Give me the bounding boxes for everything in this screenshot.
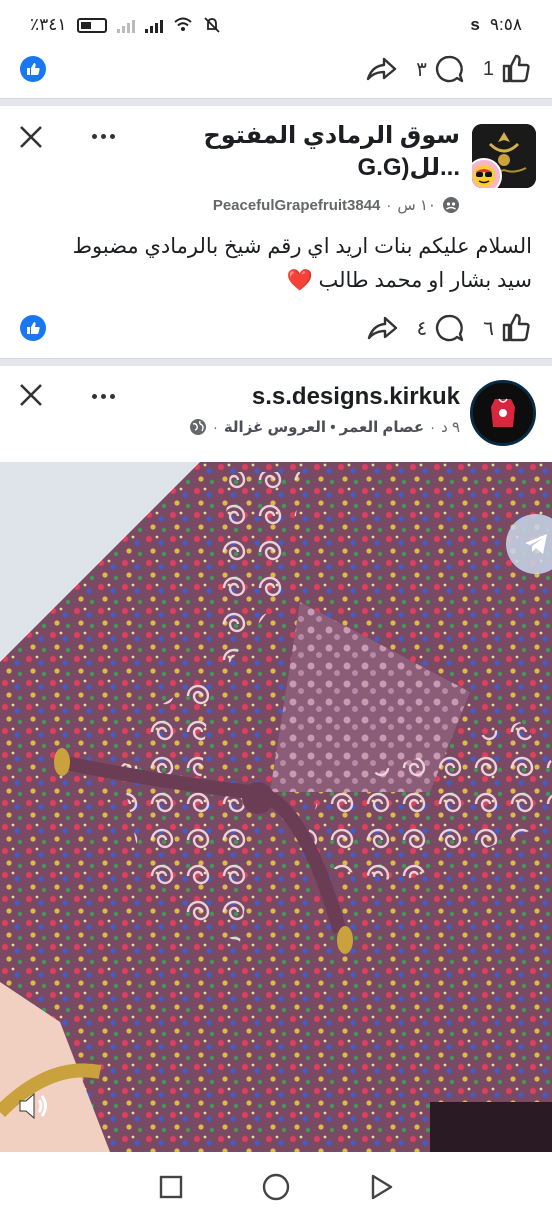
post2-meta: ٩ د · عصام العمر • العروس غزالة · <box>189 418 460 436</box>
author-name[interactable]: PeacefulGrapefruit3844 <box>213 197 381 214</box>
share-icon <box>366 57 397 81</box>
comment-button[interactable]: ٤ <box>417 312 466 344</box>
like-button[interactable]: ٦ <box>483 312 532 344</box>
close-icon <box>20 126 42 148</box>
system-nav-bar <box>0 1152 552 1221</box>
close-button[interactable] <box>16 380 46 410</box>
page-avatar-image <box>473 383 533 443</box>
share-button[interactable] <box>364 54 398 84</box>
more-icon-dot <box>109 133 115 139</box>
page-name[interactable]: s.s.designs.kirkuk <box>252 382 460 412</box>
post1-text: السلام عليكم بنات اريد اي رقم شيخ بالرما… <box>20 230 532 298</box>
more-icon-dot <box>100 133 106 139</box>
sound-icon <box>19 1092 47 1120</box>
page-avatar[interactable] <box>470 380 536 446</box>
like-button[interactable]: 1 <box>483 53 532 85</box>
close-button[interactable] <box>16 122 46 152</box>
like-count: 1 <box>482 57 494 80</box>
tagged-people[interactable]: عصام العمر • العروس غزالة <box>224 418 424 436</box>
mute-icon <box>203 17 220 33</box>
carrier-icon: s <box>470 15 480 34</box>
post-time: ١٠ س <box>397 197 436 214</box>
like-badge-icon <box>20 56 46 82</box>
group-avatar[interactable] <box>472 124 536 188</box>
meta-separator: · <box>386 196 392 214</box>
circle-nav-icon[interactable] <box>261 1172 291 1202</box>
comment-icon <box>436 314 464 342</box>
more-icon-dot <box>100 393 106 399</box>
globe-icon <box>189 419 206 435</box>
comment-count: ٣ <box>416 58 427 81</box>
post-actions: ٤ ٦ <box>365 312 533 344</box>
more-icon <box>91 133 97 139</box>
post-divider <box>0 358 552 366</box>
sound-button[interactable] <box>14 1086 54 1126</box>
share-icon <box>367 316 397 340</box>
post2-header: s.s.designs.kirkuk ٩ د · عصام العمر • ال… <box>0 366 552 462</box>
like-icon <box>502 313 530 342</box>
comment-count: ٤ <box>416 317 428 340</box>
more-button[interactable] <box>86 386 120 406</box>
comment-button[interactable]: ٣ <box>416 53 465 85</box>
status-bar: ٪٣٤١ s ٩:٥٨ <box>0 0 552 50</box>
square-nav-icon[interactable] <box>158 1174 184 1200</box>
post-divider <box>0 98 552 106</box>
group-name-line1: سوق الرمادي المفتوح <box>203 122 460 149</box>
post-text-line2: سيد بشار او محمد طالب <box>318 269 533 292</box>
video-frame <box>0 462 552 1152</box>
battery-percent: ٪٣٤١ <box>30 15 67 34</box>
like-count: ٦ <box>483 317 494 340</box>
post1-header: سوق الرمادي المفتوح G.G)لل... ١٠ س · Pea… <box>0 106 552 216</box>
close-icon <box>20 384 42 406</box>
post-actions: ٣ 1 <box>364 53 532 85</box>
action-row-post1: ٤ ٦ <box>0 303 552 353</box>
group-privacy-icon <box>443 197 459 213</box>
group-name[interactable]: سوق الرمادي المفتوح G.G)لل... <box>160 120 460 184</box>
meta-separator: · <box>212 418 218 436</box>
like-icon <box>502 54 530 83</box>
wifi-icon <box>173 17 192 31</box>
action-row-top: ٣ 1 <box>0 44 552 94</box>
like-badge-icon <box>20 315 46 341</box>
post1-meta: ١٠ س · PeacefulGrapefruit3844 <box>213 196 460 214</box>
post-text-line2-wrap: سيد بشار او محمد طالب ❤️ <box>20 264 533 298</box>
post-text-line1: السلام عليكم بنات اريد اي رقم شيخ بالرما… <box>72 235 532 258</box>
clock: ٩:٥٨ <box>489 15 522 34</box>
status-left: ٪٣٤١ <box>30 15 221 35</box>
more-button[interactable] <box>86 126 120 146</box>
more-icon <box>91 393 97 399</box>
status-right: s ٩:٥٨ <box>470 15 522 35</box>
heart-emoji: ❤️ <box>286 269 313 292</box>
share-button[interactable] <box>365 313 399 343</box>
group-name-line2: G.G)لل... <box>357 154 460 181</box>
post-time: ٩ د <box>441 419 460 436</box>
telegram-icon <box>525 534 547 554</box>
battery-icon <box>76 17 107 33</box>
post-video[interactable] <box>0 462 552 1152</box>
comment-icon <box>435 55 464 83</box>
meta-separator: · <box>430 418 436 436</box>
triangle-nav-icon[interactable] <box>368 1173 394 1201</box>
more-icon-dot <box>109 393 115 399</box>
signal-icon <box>116 17 135 33</box>
signal-icon <box>144 17 163 33</box>
